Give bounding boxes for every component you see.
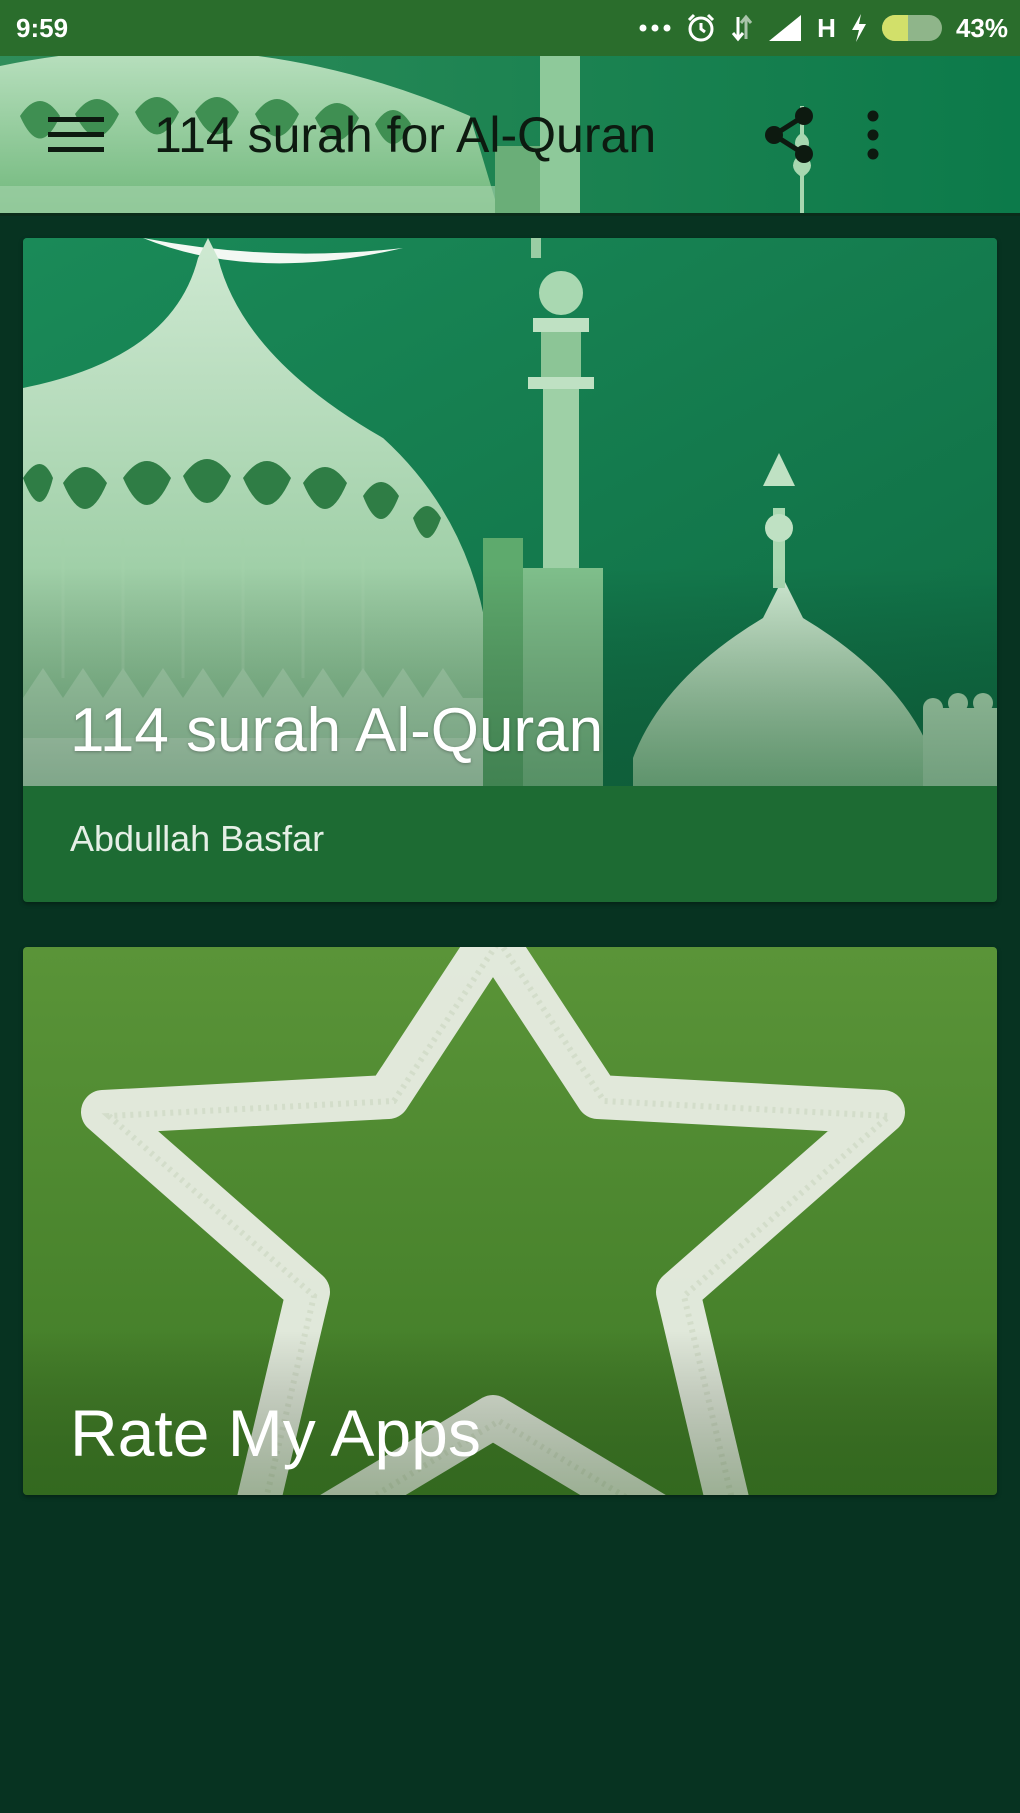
charging-bolt-icon	[851, 14, 866, 42]
card-title: Rate My Apps	[70, 1396, 481, 1470]
card-subtitle: Abdullah Basfar	[70, 818, 325, 859]
status-bar: 9:59 H 43%	[0, 0, 1020, 56]
app-screen: 9:59 H 43% 114 surah for Al-Quran 114 su…	[0, 0, 1020, 1813]
quran-surah-card[interactable]: 114 surah Al-Quran Abdullah Basfar	[23, 238, 997, 902]
data-transfer-icon	[732, 14, 753, 42]
share-icon	[765, 106, 813, 163]
status-time: 9:59	[16, 12, 69, 43]
menu-icon	[48, 116, 104, 152]
menu-button[interactable]	[48, 115, 104, 155]
app-bar-content: 114 surah for Al-Quran	[0, 56, 1020, 213]
card-image-mosque: 114 surah Al-Quran	[23, 238, 997, 786]
alarm-icon	[688, 13, 715, 42]
card-title: 114 surah Al-Quran	[70, 696, 604, 765]
rate-my-apps-card[interactable]: Rate My Apps	[23, 947, 997, 1495]
signal-icon	[769, 15, 802, 41]
notification-dots-icon	[639, 24, 671, 32]
battery-fill	[881, 15, 908, 41]
app-bar: 114 surah for Al-Quran	[0, 56, 1020, 216]
battery-percent: 43%	[955, 12, 1008, 43]
share-button[interactable]	[762, 106, 816, 164]
more-options-button[interactable]	[866, 110, 880, 160]
network-type: H	[817, 12, 836, 43]
status-icons: H 43%	[639, 12, 1008, 44]
battery-icon	[881, 15, 942, 41]
more-vert-icon	[867, 110, 879, 159]
app-title: 114 surah for Al-Quran	[154, 106, 657, 163]
